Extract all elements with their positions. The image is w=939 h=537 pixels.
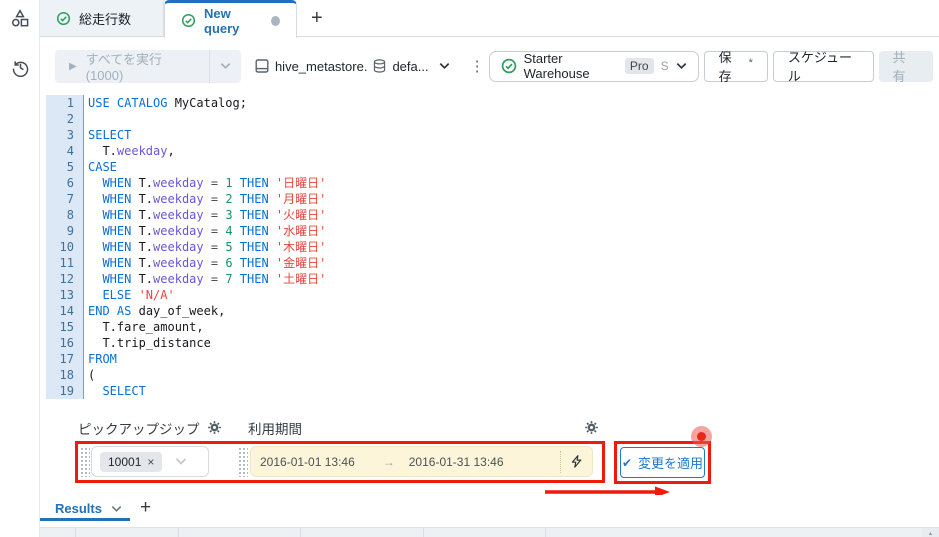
param-pickup-zip-label: ピックアップジップ — [78, 422, 200, 437]
gear-icon[interactable] — [583, 419, 599, 435]
warehouse-selector[interactable]: Starter Warehouse Pro S — [488, 50, 699, 82]
code-line: 7 WHEN T.weekday = 2 THEN '月曜日' — [46, 191, 939, 207]
apply-changes-label: 変更を適用 — [638, 456, 704, 471]
results-tab[interactable]: Results — [55, 501, 122, 516]
check-icon: ✔ — [621, 455, 633, 470]
schedule-label: スケジュール — [787, 50, 852, 84]
code-line: 9 WHEN T.weekday = 4 THEN '水曜日' — [46, 223, 939, 239]
tab-bar: 総走行数 New query + — [40, 0, 939, 38]
toolbar: ▶ すべてを実行 (1000) hive_metastore. defa... … — [40, 37, 939, 95]
code-line: 15 T.fare_amount, — [46, 319, 939, 335]
results-table-header: ▴ — [40, 527, 939, 537]
results-bar: Results + — [40, 495, 939, 527]
code-line: 11 WHEN T.weekday = 6 THEN '金曜日' — [46, 255, 939, 271]
code-line: 12 WHEN T.weekday = 7 THEN '土曜日' — [46, 271, 939, 287]
save-dirty-mark: * — [748, 57, 753, 69]
catalog-schema-selector[interactable]: hive_metastore. defa... — [254, 58, 450, 74]
run-options-chevron[interactable] — [208, 49, 241, 83]
drag-handle[interactable] — [80, 447, 90, 477]
query-saved-check-icon — [56, 11, 71, 26]
schema-name: defa... — [392, 58, 429, 74]
save-button[interactable]: 保 存 * — [703, 50, 768, 84]
code-line: 16 T.trip_distance — [46, 335, 939, 351]
annotation-box-apply: ✔ 変更を適用 — [614, 441, 711, 484]
param-period-label: 利用期間 — [248, 422, 302, 437]
history-icon[interactable] — [9, 56, 31, 78]
run-all-label: すべてを実行 (1000) — [85, 52, 163, 83]
results-tab-label: Results — [55, 501, 102, 516]
gear-icon[interactable] — [206, 419, 222, 435]
annotation-click-marker — [691, 426, 712, 447]
warehouse-name: Starter Warehouse — [523, 51, 590, 81]
code-line: 6 WHEN T.weekday = 1 THEN '日曜日' — [46, 175, 939, 191]
add-tab-button[interactable]: + — [311, 8, 323, 28]
code-line: 19 SELECT — [46, 383, 939, 399]
tab-total-runs[interactable]: 総走行数 — [40, 0, 164, 36]
parameters-panel: ピックアップジップ 利用期間 10001 × 2016-01-01 13:46 … — [40, 410, 939, 502]
annotation-box-widgets: 10001 × 2016-01-01 13:46 → 2016-01-31 13… — [75, 441, 605, 483]
divider — [560, 450, 561, 473]
chip-close-icon[interactable]: × — [147, 455, 154, 469]
chevron-down-icon — [175, 457, 187, 466]
code-line: 17 FROM — [46, 351, 939, 367]
code-line: 2 — [46, 111, 939, 127]
warehouse-status-icon — [501, 58, 517, 74]
tab-label: 総走行数 — [79, 11, 132, 27]
catalog-name: hive_metastore. — [274, 58, 368, 74]
tab-new-query[interactable]: New query — [164, 0, 297, 38]
pickup-zip-select[interactable]: 10001 × — [91, 446, 209, 477]
sort-icon[interactable]: ▴ — [922, 528, 939, 537]
share-button[interactable]: 共 有 — [879, 50, 933, 84]
range-arrow-icon: → — [382, 454, 395, 469]
add-results-tab-button[interactable]: + — [140, 497, 151, 519]
code-line: 18( — [46, 367, 939, 383]
save-label: 保 存 — [718, 50, 732, 84]
code-line: 1 USE CATALOG MyCatalog; — [46, 95, 939, 111]
sql-editor-window: 総走行数 New query + ▶ すべてを実行 (1000) hive_me… — [0, 0, 939, 537]
warehouse-tier-badge: Pro — [624, 58, 654, 74]
unsaved-dot-icon — [271, 15, 280, 26]
code-line: 4 T.weekday, — [46, 143, 939, 159]
date-start-value: 2016-01-01 13:46 — [260, 454, 355, 469]
workspace-shapes-icon[interactable] — [9, 7, 31, 29]
chip-value: 10001 — [108, 454, 142, 469]
quick-pick-bolt-icon[interactable] — [570, 454, 583, 469]
sidebar — [0, 0, 40, 537]
play-icon: ▶ — [69, 60, 77, 72]
run-all-button[interactable]: ▶ すべてを実行 (1000) — [55, 49, 241, 83]
code-line: 8 WHEN T.weekday = 3 THEN '火曜日' — [46, 207, 939, 223]
notebook-icon — [254, 58, 270, 74]
warehouse-size: S — [660, 59, 669, 73]
date-range-input[interactable]: 2016-01-01 13:46 → 2016-01-31 13:46 — [250, 446, 593, 477]
code-line: 14 END AS day_of_week, — [46, 303, 939, 319]
value-chip: 10001 × — [100, 451, 163, 472]
code-line: 13 ELSE 'N/A' — [46, 287, 939, 303]
chevron-down-icon — [676, 62, 687, 70]
chevron-down-icon — [439, 62, 450, 70]
code-line: 5 CASE — [46, 159, 939, 175]
code-line: 10 WHEN T.weekday = 5 THEN '木曜日' — [46, 239, 939, 255]
chevron-down-icon[interactable] — [111, 505, 122, 513]
share-label: 共 有 — [892, 50, 906, 84]
tab-label: New query — [204, 5, 240, 36]
code-line: 3 SELECT — [46, 127, 939, 143]
active-tab-underline — [40, 518, 130, 521]
database-icon — [372, 58, 387, 74]
code-lines: 1 USE CATALOG MyCatalog; 2 3 SELECT 4 T.weekd… — [46, 95, 939, 399]
schedule-button[interactable]: スケジュール — [772, 50, 875, 84]
kebab-menu-button[interactable]: ⋮ — [466, 57, 489, 75]
apply-changes-button[interactable]: ✔ 変更を適用 — [620, 447, 705, 478]
date-end-value: 2016-01-31 13:46 — [408, 454, 504, 469]
sql-code-editor[interactable]: 1 USE CATALOG MyCatalog; 2 3 SELECT 4 T.weekd… — [40, 95, 939, 407]
query-saved-check-icon — [181, 13, 196, 28]
drag-handle[interactable] — [238, 447, 248, 477]
